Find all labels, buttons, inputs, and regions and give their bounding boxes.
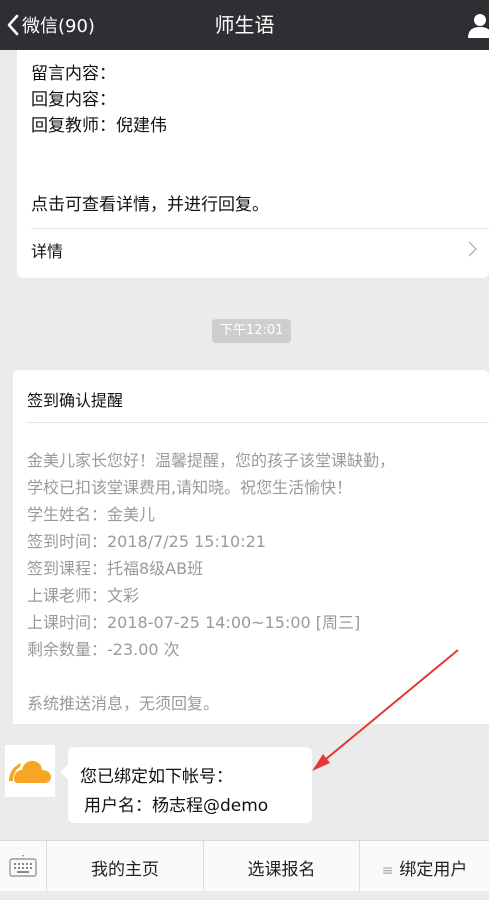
menu-label: 选课报名 [247, 860, 316, 880]
chevron-left-icon [7, 14, 19, 36]
menu-label: 我的主页 [91, 860, 159, 880]
submenu-icon: ≡ [381, 863, 394, 879]
card-body: 金美儿家长您好！温馨提醒，您的孩子该堂课缺勤， 学校已扣该堂课费用,请知晓。祝您… [27, 447, 487, 717]
reply-content-line: 回复内容： [31, 90, 116, 110]
teacher-line: 上课老师：文彩 [27, 586, 140, 605]
detail-link[interactable]: 详情 [31, 238, 63, 262]
body-line: 学校已扣该堂课费用,请知晓。祝您生活愉快！ [27, 478, 353, 497]
cloud-logo-icon [9, 760, 51, 783]
course-line: 签到课程：托福8级AB班 [27, 559, 204, 578]
body-line: 金美儿家长您好！温馨提醒，您的孩子该堂课缺勤， [27, 451, 396, 470]
remaining-line: 剩余数量：-23.00 次 [27, 640, 180, 659]
student-name-line: 学生姓名：金美儿 [27, 505, 156, 524]
nav-bar: 微信(90) 师生语 [0, 0, 489, 50]
divider [31, 228, 489, 229]
back-label: 微信(90) [22, 16, 95, 37]
card-hint: 点击可查看详情，并进行回复。 [31, 195, 269, 215]
keyboard-toggle[interactable] [0, 841, 47, 891]
checkin-time-line: 签到时间：2018/7/25 15:10:21 [27, 532, 266, 551]
reply-teacher-line: 回复教师：倪建伟 [31, 116, 167, 136]
user-profile-icon[interactable] [467, 12, 489, 38]
chat-bubble[interactable]: 您已绑定如下帐号： 用户名：杨志程@demo [60, 747, 312, 823]
message-content-line: 留言内容： [31, 64, 116, 84]
keyboard-icon [9, 855, 37, 877]
bubble-line-2: 用户名：杨志程@demo [84, 796, 269, 816]
class-time-line: 上课时间：2018-07-25 14:00~15:00 [周三] [27, 613, 361, 632]
timestamp: 下午12:01 [212, 319, 292, 343]
menu-bind-user[interactable]: ≡ 绑定用户 [360, 841, 489, 891]
checkin-reminder-card[interactable]: 签到确认提醒 金美儿家长您好！温馨提醒，您的孩子该堂课缺勤， 学校已扣该堂课费用… [13, 370, 489, 724]
system-note-line: 系统推送消息，无须回复。 [27, 694, 220, 713]
bubble-line-1: 您已绑定如下帐号： [80, 767, 233, 787]
menu-course-enrollment[interactable]: 选课报名 [204, 841, 360, 891]
back-button[interactable]: 微信(90) [6, 0, 95, 50]
avatar[interactable] [5, 745, 55, 797]
menu-my-homepage[interactable]: 我的主页 [47, 841, 204, 891]
chevron-right-icon [468, 241, 477, 257]
card-title: 签到确认提醒 [27, 391, 124, 410]
reply-notification-card[interactable]: 留言内容： 回复内容： 回复教师：倪建伟 点击可查看详情，并进行回复。 详情 [17, 50, 489, 278]
divider [27, 422, 489, 423]
bottom-menu: 我的主页 选课报名 ≡ 绑定用户 [0, 840, 489, 891]
menu-label: 绑定用户 [399, 860, 468, 880]
